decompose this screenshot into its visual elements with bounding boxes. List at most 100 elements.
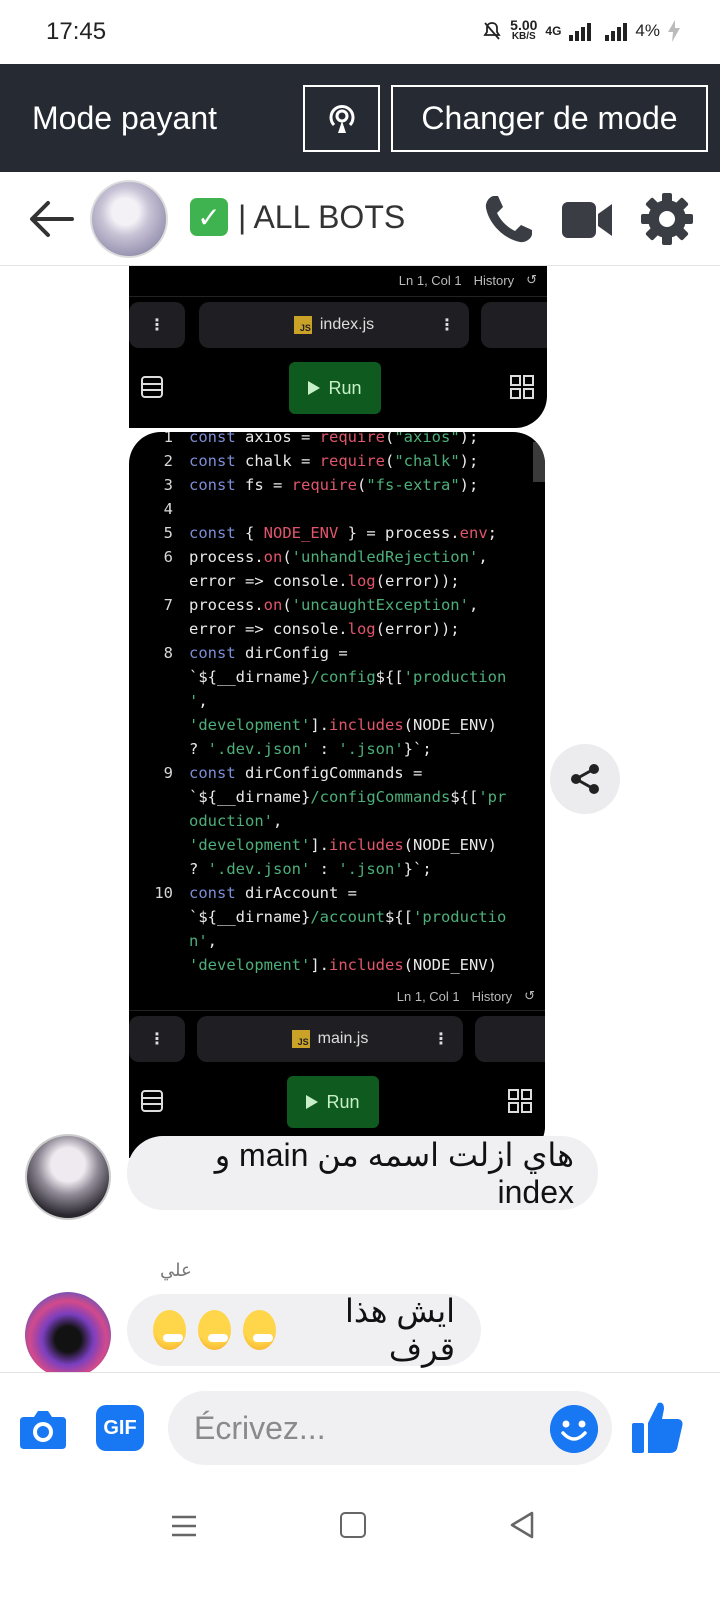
- group-avatar[interactable]: [90, 180, 168, 258]
- code-line: const axios = require("axios");: [189, 432, 479, 446]
- js-file-icon: JS: [291, 1030, 310, 1048]
- play-icon: [308, 381, 321, 395]
- code-line: `${__dirname}/config${['production: [189, 668, 507, 686]
- change-mode-button[interactable]: Changer de mode: [391, 85, 708, 152]
- share-icon: [571, 764, 599, 794]
- signal-icon-2: [605, 21, 628, 41]
- code-line: const { NODE_ENV } = process.env;: [189, 524, 497, 542]
- code-line: const dirConfig =: [189, 644, 348, 662]
- check-mark-icon: ✓: [190, 198, 228, 236]
- code-line: ? '.dev.json' : '.json'}`;: [189, 860, 432, 878]
- mode-title: Mode payant: [32, 100, 218, 136]
- battery-level: 4%: [635, 21, 660, 40]
- code-line: const fs = require("fs-extra");: [189, 476, 479, 494]
- code-line: 'development'].includes(NODE_ENV): [189, 716, 497, 734]
- message-text: ايش هذا قرف: [344, 1293, 455, 1367]
- back-arrow-icon[interactable]: [28, 198, 74, 240]
- run-button: Run: [287, 1076, 379, 1128]
- run-button: Run: [289, 362, 381, 414]
- code-screenshot-2[interactable]: 1 const axios = require("axios"); 2 cons…: [129, 432, 545, 1158]
- editor-scrollbar: [533, 442, 545, 482]
- gear-icon[interactable]: [640, 192, 694, 246]
- mute-bell-icon: [483, 22, 501, 40]
- grimace-emoji-icon: [152, 1310, 187, 1350]
- phone-icon[interactable]: [480, 192, 536, 248]
- avatar[interactable]: [25, 1292, 111, 1378]
- tab-extra: [475, 1016, 545, 1062]
- back-triangle-icon[interactable]: [508, 1510, 536, 1540]
- code-screenshot-1[interactable]: Ln 1, Col 1 History ↺ ⋮ JS index.js ⋮ Ru…: [129, 266, 547, 428]
- editor-status: Ln 1, Col 1 History ↺: [398, 272, 537, 288]
- recent-apps-icon[interactable]: [170, 1512, 198, 1540]
- database-icon: [141, 1090, 163, 1112]
- line-number: 6: [163, 548, 173, 566]
- tab-menu-left: ⋮: [129, 302, 185, 348]
- sender-name: علي: [160, 1260, 192, 1280]
- line-number: 3: [163, 476, 173, 494]
- code-line: `${__dirname}/account${['productio: [189, 908, 507, 926]
- message-bubble[interactable]: هاي ازلت اسمه من main و index: [127, 1136, 598, 1210]
- status-time: 17:45: [46, 18, 107, 45]
- code-line: const dirConfigCommands =: [189, 764, 423, 782]
- video-camera-icon[interactable]: [560, 196, 616, 244]
- group-name: | ALL BOTS: [238, 198, 406, 235]
- play-icon: [306, 1095, 319, 1109]
- signal-icon: [569, 21, 592, 41]
- message-input[interactable]: [168, 1391, 612, 1465]
- tab-extra: [481, 302, 547, 348]
- broadcast-icon: [329, 104, 354, 133]
- history-icon: ↺: [526, 272, 537, 287]
- status-icons: 5.00 KB/S 4G 4%: [482, 16, 680, 46]
- avatar[interactable]: [25, 1134, 111, 1220]
- line-number: 1: [163, 432, 173, 446]
- gif-button[interactable]: GIF: [96, 1405, 144, 1451]
- line-number: 9: [163, 764, 173, 782]
- home-icon[interactable]: [340, 1512, 366, 1538]
- charging-icon: [668, 20, 680, 42]
- file-tabs: ⋮ JS main.js ⋮: [129, 1016, 545, 1068]
- line-number: 4: [163, 500, 173, 518]
- code-line: `${__dirname}/configCommands${['pr: [189, 788, 507, 806]
- share-button[interactable]: [550, 744, 620, 814]
- composer: GIF: [0, 1372, 720, 1482]
- code-line: error => console.log(error));: [189, 620, 460, 638]
- run-row: Run: [129, 1072, 545, 1132]
- system-nav-bar: [0, 1482, 720, 1600]
- code-line: error => console.log(error));: [189, 572, 460, 590]
- status-bar: 17:45 5.00 KB/S 4G 4%: [0, 0, 720, 64]
- grimace-emoji-icon: [198, 1310, 232, 1350]
- js-file-icon: JS: [293, 316, 312, 334]
- grid-icon: [510, 375, 534, 399]
- database-icon: [141, 376, 163, 398]
- mode-bar: Mode payant Changer de mode: [0, 64, 720, 172]
- emoji-icon[interactable]: [550, 1405, 598, 1453]
- line-number: 7: [163, 596, 173, 614]
- code-line: 'development'].includes(NODE_ENV): [189, 956, 497, 974]
- code-line: process.on('uncaughtException',: [189, 596, 479, 614]
- file-tab-main: JS main.js ⋮: [197, 1016, 463, 1062]
- network-type: 4G: [545, 24, 562, 38]
- line-number: 8: [163, 644, 173, 662]
- code-line: ',: [189, 692, 208, 710]
- camera-icon[interactable]: [18, 1403, 68, 1453]
- line-number: 10: [154, 884, 173, 902]
- net-speed: 5.00 KB/S: [510, 17, 538, 42]
- code-line: oduction',: [189, 812, 283, 830]
- code-line: ? '.dev.json' : '.json'}`;: [189, 740, 432, 758]
- code-line: const dirAccount =: [189, 884, 357, 902]
- file-tab-index: JS index.js ⋮: [199, 302, 469, 348]
- file-tabs: ⋮ JS index.js ⋮: [129, 302, 547, 354]
- editor-status: Ln 1, Col 1 History ↺: [396, 988, 535, 1004]
- code-line: process.on('unhandledRejection',: [189, 548, 488, 566]
- code-line: 'development'].includes(NODE_ENV): [189, 836, 497, 854]
- grimace-emoji-icon: [243, 1310, 277, 1350]
- message-text: هاي ازلت اسمه من main و index: [214, 1136, 574, 1210]
- line-number: 5: [163, 524, 173, 542]
- broadcast-button[interactable]: [303, 85, 380, 152]
- group-title[interactable]: ✓ | ALL BOTS: [190, 198, 405, 236]
- code-line: const chalk = require("chalk");: [189, 452, 479, 470]
- code-line: n',: [189, 932, 218, 950]
- message-bubble[interactable]: ايش هذا قرف: [127, 1293, 481, 1367]
- thumbs-up-icon[interactable]: [630, 1399, 684, 1455]
- line-number: 2: [163, 452, 173, 470]
